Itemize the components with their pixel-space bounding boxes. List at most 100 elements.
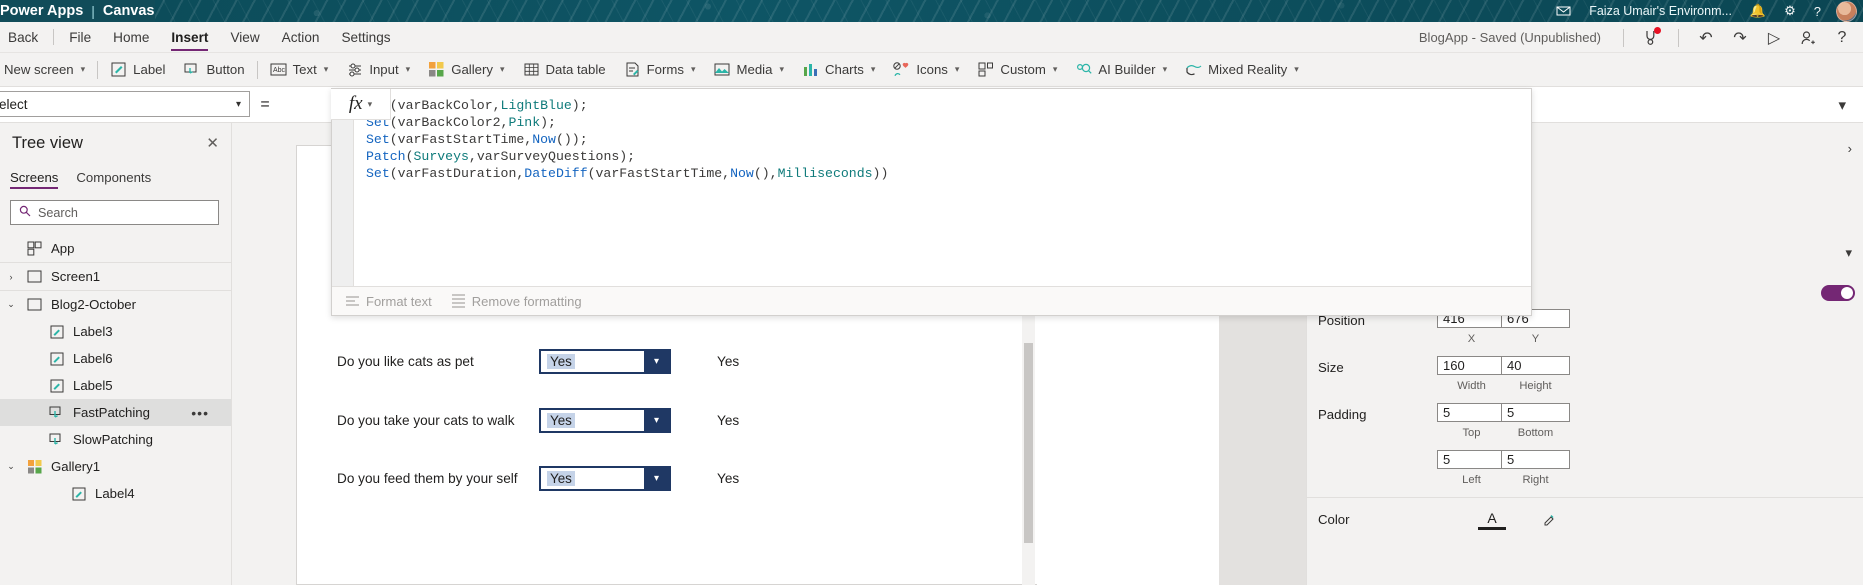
close-icon[interactable]: ✕	[206, 134, 219, 152]
app-checker-icon[interactable]	[1634, 22, 1668, 53]
bell-icon[interactable]: 🔔	[1741, 0, 1775, 22]
property-number-input[interactable]: 5	[1437, 450, 1506, 469]
chevron-right-icon[interactable]: ›	[48, 489, 62, 499]
formula-token: (varFastStartTime,	[389, 132, 533, 147]
redo-icon[interactable]: ↷	[1723, 22, 1757, 53]
property-number-input[interactable]: 160	[1437, 356, 1506, 375]
tree-item-label6[interactable]: › Label6	[0, 345, 231, 372]
property-sublabel: Top	[1462, 427, 1481, 439]
ribbon-new-screen[interactable]: New screen ▾	[0, 53, 94, 87]
tab-screens[interactable]: Screens	[10, 170, 59, 189]
tree-item-blog2-october[interactable]: ⌄ Blog2-October	[0, 291, 231, 318]
ribbon-media[interactable]: Media ▾	[705, 53, 793, 87]
chevron-right-icon[interactable]: ›	[26, 381, 40, 391]
avatar[interactable]	[1836, 0, 1857, 22]
tree-item-screen1[interactable]: › Screen1	[0, 263, 231, 290]
property-number-input[interactable]: 40	[1501, 356, 1570, 375]
format-text-button[interactable]: Format text	[346, 294, 432, 309]
gear-icon[interactable]: ⚙	[1775, 0, 1805, 22]
chevron-right-icon[interactable]: ›	[4, 272, 18, 282]
property-number-input[interactable]: 5	[1501, 403, 1570, 422]
visible-toggle[interactable]	[1821, 285, 1855, 301]
ribbon-data-table[interactable]: Data table	[514, 53, 615, 87]
fx-toggle-button[interactable]: fx ▾	[331, 89, 391, 120]
environment-selector[interactable]: Faiza Umair's Environm...	[1580, 0, 1741, 22]
question-mark-icon[interactable]: ?	[1805, 0, 1830, 22]
ribbon-text[interactable]: Abc Text ▾	[261, 53, 338, 87]
chevron-down-icon[interactable]: ▾	[644, 468, 669, 489]
menu-item-insert[interactable]: Insert	[160, 22, 219, 53]
remove-formatting-button[interactable]: Remove formatting	[451, 294, 582, 309]
menu-item-view[interactable]: View	[219, 22, 270, 53]
ribbon-gallery[interactable]: Gallery ▾	[419, 53, 513, 87]
environment-icon[interactable]	[1547, 0, 1580, 22]
menu-item-file[interactable]: File	[58, 22, 102, 53]
ribbon-charts[interactable]: Charts ▾	[793, 53, 884, 87]
property-number-input[interactable]: 5	[1437, 403, 1506, 422]
menubar-divider	[1678, 28, 1679, 47]
property-selector-dropdown[interactable]: elect ▾	[0, 91, 250, 117]
chevron-right-icon[interactable]: ›	[26, 354, 40, 364]
save-status-text: BlogApp - Saved (Unpublished)	[1418, 30, 1601, 45]
chevron-down-icon[interactable]: ⌄	[4, 299, 18, 310]
brand-block[interactable]: Power Apps | Canvas	[0, 0, 155, 22]
dropdown-selected-value: Yes	[547, 354, 575, 369]
ribbon-forms[interactable]: Forms ▾	[615, 53, 705, 87]
tree-item-label3[interactable]: › Label3	[0, 318, 231, 345]
chevron-down-icon[interactable]: ▾	[644, 410, 669, 431]
chevron-right-icon[interactable]: ›	[26, 408, 40, 418]
preview-play-icon[interactable]: ▷	[1757, 22, 1791, 53]
undo-icon[interactable]: ↶	[1689, 22, 1723, 53]
property-number-input[interactable]: 5	[1501, 450, 1570, 469]
answer-dropdown[interactable]: Yes ▾	[539, 466, 671, 491]
ribbon-input[interactable]: Input ▾	[337, 53, 419, 87]
help-icon[interactable]: ?	[1825, 22, 1859, 53]
property-sublabel: X	[1467, 333, 1476, 345]
menu-bar: Back File Home Insert View Action Settin…	[0, 22, 1863, 53]
chevron-right-icon[interactable]: ›	[26, 327, 40, 337]
tree-item-slowpatching[interactable]: › SlowPatching	[0, 426, 231, 453]
font-color-swatch[interactable]: A	[1478, 508, 1506, 530]
app-icon	[26, 240, 43, 257]
ribbon-custom[interactable]: Custom ▾	[968, 53, 1066, 87]
question-label: Do you feed them by your self	[337, 471, 518, 486]
tree-item-gallery1[interactable]: ⌄ Gallery1	[0, 453, 231, 480]
menu-label: Insert	[171, 29, 209, 45]
ribbon-ai-builder[interactable]: AI Builder ▾	[1066, 53, 1176, 87]
ribbon-label-text: Forms	[646, 62, 684, 77]
formula-token: Patch	[366, 149, 406, 164]
scrollbar-thumb[interactable]	[1024, 343, 1033, 543]
ribbon-label[interactable]: Label	[101, 53, 174, 87]
chevron-right-icon[interactable]: ›	[1848, 141, 1852, 156]
menu-item-home[interactable]: Home	[102, 22, 160, 53]
menu-item-action[interactable]: Action	[271, 22, 331, 53]
answer-dropdown[interactable]: Yes ▾	[539, 349, 671, 374]
color-picker-icon[interactable]	[1535, 508, 1563, 530]
menu-item-back[interactable]: Back	[0, 22, 49, 53]
chevron-down-icon[interactable]: ⌄	[4, 461, 18, 472]
chevron-down-icon[interactable]: ▾	[1845, 245, 1852, 261]
chevron-down-icon[interactable]: ▾	[644, 351, 669, 372]
ribbon-button[interactable]: Button	[174, 53, 253, 87]
tree-item-fastpatching[interactable]: › FastPatching •••	[0, 399, 231, 426]
ribbon-label-text: Icons	[916, 62, 948, 77]
chevron-right-icon[interactable]: ›	[26, 435, 40, 445]
tree-item-app[interactable]: › App	[0, 235, 231, 262]
answer-dropdown[interactable]: Yes ▾	[539, 408, 671, 433]
tree-item-label4[interactable]: › Label4	[0, 480, 231, 507]
tree-item-label5[interactable]: › Label5	[0, 372, 231, 399]
share-user-icon[interactable]	[1791, 22, 1825, 53]
label-icon	[48, 323, 65, 340]
tab-components[interactable]: Components	[76, 170, 151, 189]
properties-grid: Position 416 X 676 Y Size 160 Width 40 Height Padd…	[1307, 309, 1863, 538]
more-options-icon[interactable]: •••	[191, 405, 209, 421]
ribbon-icons[interactable]: Icons ▾	[884, 53, 968, 87]
formula-code-editor[interactable]: Set(varBackColor,LightBlue);Set(varBackC…	[354, 89, 1531, 286]
mixed-reality-icon	[1185, 61, 1202, 78]
ribbon-mixed-reality[interactable]: Mixed Reality ▾	[1176, 53, 1308, 87]
collapse-formula-bar-chevron[interactable]: ▾	[1838, 96, 1846, 114]
chevron-right-icon[interactable]: ›	[4, 244, 18, 254]
property-sublabel: Left	[1462, 474, 1481, 486]
search-input[interactable]: Search	[10, 200, 219, 225]
menu-item-settings[interactable]: Settings	[330, 22, 401, 53]
